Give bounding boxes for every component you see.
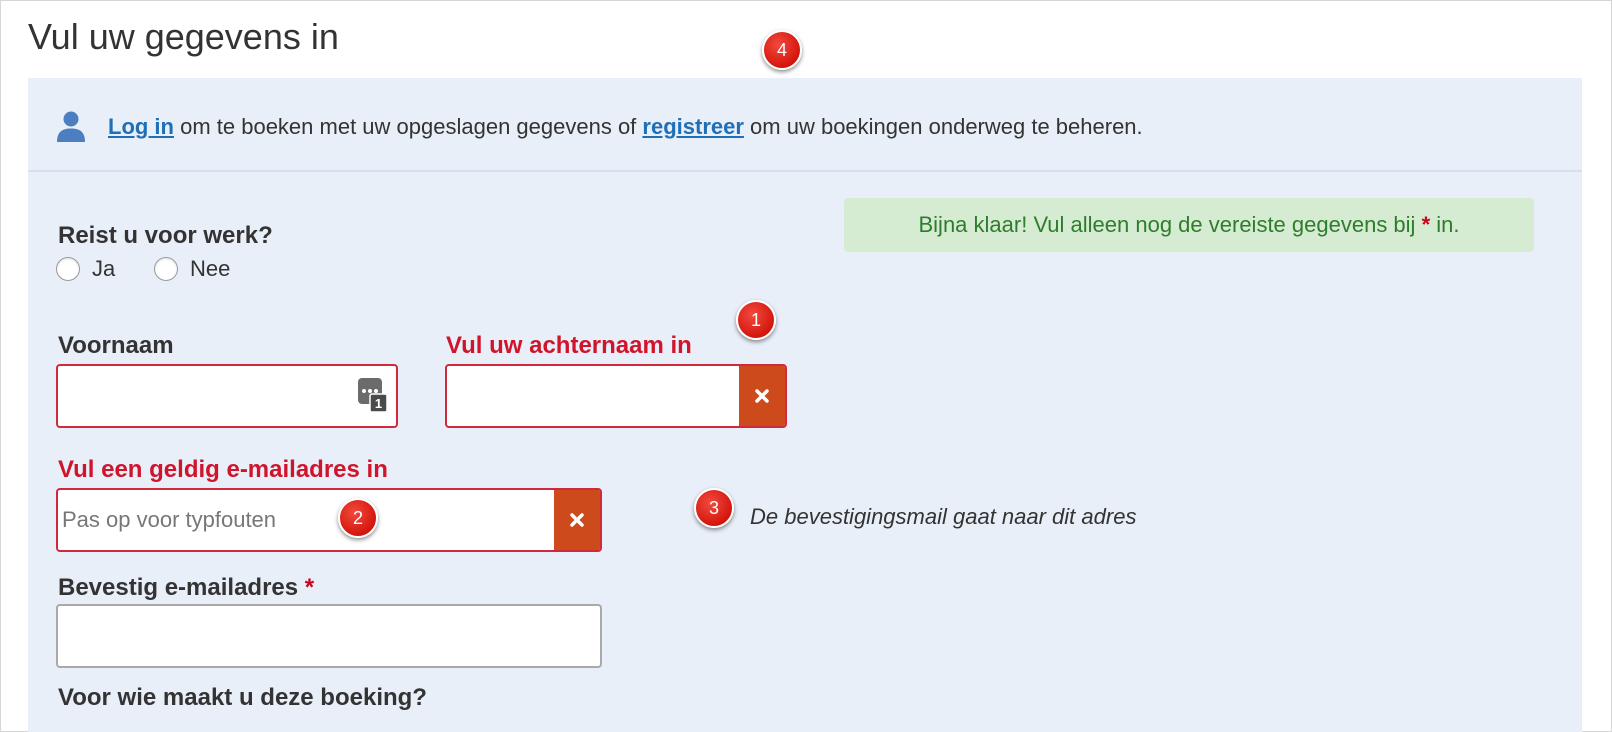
radio-label-ja[interactable]: Ja — [92, 256, 115, 282]
first-name-label: Voornaam — [58, 332, 174, 359]
first-name-input[interactable] — [62, 366, 342, 426]
user-icon — [56, 110, 86, 147]
required-fields-alert: Bijna klaar! Vul alleen nog de vereiste … — [844, 198, 1534, 252]
email-input[interactable] — [62, 490, 542, 550]
last-name-field[interactable] — [445, 364, 787, 428]
last-name-input[interactable] — [451, 366, 731, 426]
confirm-email-label: Bevestig e-mailadres * — [58, 574, 314, 602]
annotation-badge-2: 2 — [338, 498, 378, 538]
confirm-email-field[interactable] — [56, 604, 602, 668]
password-manager-icon[interactable]: 1 — [358, 378, 388, 419]
alert-text-1: Bijna klaar! Vul alleen nog de vereiste … — [918, 212, 1422, 237]
alert-text-2: in. — [1430, 212, 1460, 237]
annotation-badge-4: 4 — [762, 30, 802, 70]
login-text-2: om uw boekingen onderweg te beheren. — [743, 114, 1143, 139]
business-travel-question: Reist u voor werk? — [58, 222, 273, 249]
radio-button-ja[interactable] — [56, 257, 80, 281]
annotation-badge-3: 3 — [694, 488, 734, 528]
annotation-badge-1: 1 — [736, 300, 776, 340]
required-asterisk: * — [1421, 212, 1431, 237]
form-panel: Log in om te boeken met uw opgeslagen ge… — [28, 78, 1582, 732]
email-hint: De bevestigingsmail gaat naar dit adres — [750, 504, 1137, 529]
radio-option-nee[interactable]: Nee — [154, 256, 230, 282]
last-name-error-label: Vul uw achternaam in — [446, 332, 692, 359]
first-name-field[interactable]: 1 — [56, 364, 398, 428]
radio-button-nee[interactable] — [154, 257, 178, 281]
email-field[interactable] — [56, 488, 602, 552]
error-x-icon — [739, 366, 785, 426]
login-text-1: om te boeken met uw opgeslagen gegevens … — [173, 114, 643, 139]
svg-text:1: 1 — [375, 396, 382, 411]
login-prompt: Log in om te boeken met uw opgeslagen ge… — [108, 114, 1143, 140]
register-link[interactable]: registreer — [642, 114, 744, 139]
email-error-label: Vul een geldig e-mailadres in — [58, 456, 388, 483]
radio-label-nee[interactable]: Nee — [190, 256, 230, 282]
confirm-email-input[interactable] — [62, 606, 592, 666]
radio-option-ja[interactable]: Ja — [56, 256, 115, 282]
required-asterisk: * — [304, 574, 315, 601]
confirm-email-label-text: Bevestig e-mailadres — [58, 574, 299, 601]
error-x-icon — [554, 490, 600, 550]
booking-for-question: Voor wie maakt u deze boeking? — [58, 684, 427, 711]
login-bar: Log in om te boeken met uw opgeslagen ge… — [28, 78, 1582, 172]
page-title: Vul uw gegevens in — [28, 16, 339, 57]
login-link[interactable]: Log in — [108, 114, 174, 139]
